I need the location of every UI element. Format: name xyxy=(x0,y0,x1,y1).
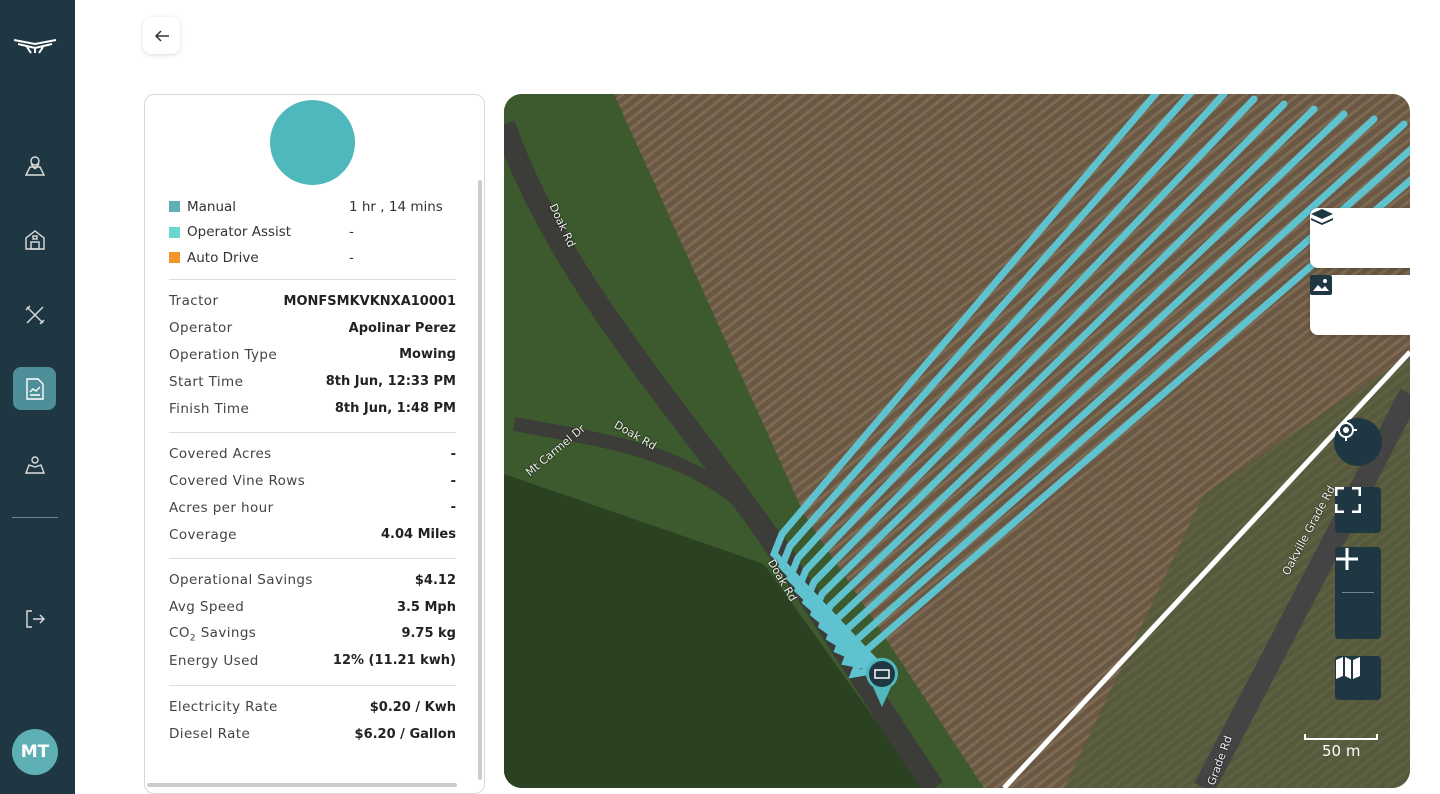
operation-summary-panel: Manual 1 hr , 14 mins Operator Assist - Auto… xyxy=(144,94,485,794)
map-view[interactable]: Doak Rd Mt Carmel Dr Doak Rd Doak Rd Oak… xyxy=(504,94,1410,788)
map-pin-icon xyxy=(24,155,45,176)
detail-value: 9.75 kg xyxy=(401,626,456,642)
detail-value: 8th Jun, 1:48 PM xyxy=(334,401,456,417)
legend-label: Auto Drive xyxy=(187,249,259,266)
detail-row: Energy Used 12% (11.21 kwh) xyxy=(169,647,456,674)
barn-icon xyxy=(24,229,45,250)
savings-section: Operational Savings $4.12 Avg Speed 3.5 Mph… xyxy=(169,558,456,674)
detail-value: $0.20 / Kwh xyxy=(369,699,456,715)
detail-value: MONFSMKVKNXA10001 xyxy=(283,293,456,309)
legend-swatch xyxy=(169,226,180,238)
detail-label: Start Time xyxy=(169,373,244,390)
detail-label: Operator xyxy=(169,320,233,337)
zoom-controls xyxy=(1335,547,1381,639)
detail-label: Diesel Rate xyxy=(169,726,251,743)
legend-item: Operator Assist - xyxy=(169,220,456,246)
detail-label: Electricity Rate xyxy=(169,699,278,716)
detail-label: Finish Time xyxy=(169,400,250,417)
detail-value: 12% (11.21 kwh) xyxy=(332,653,456,669)
detail-value: 4.04 Miles xyxy=(380,527,456,543)
map-style-button[interactable] xyxy=(1335,656,1381,700)
detail-label: Tractor xyxy=(169,293,219,310)
legend-value: 1 hr , 14 mins xyxy=(349,198,443,215)
detail-row: Diesel Rate $6.20 / Gallon xyxy=(169,721,456,748)
details-section: Tractor MONFSMKVKNXA10001 Operator Apolinar… xyxy=(169,279,456,422)
detail-row: Acres per hour - xyxy=(169,495,456,522)
detail-value: Apolinar Perez xyxy=(348,320,456,336)
detail-row: Covered Vine Rows - xyxy=(169,468,456,495)
detail-label: Operation Type xyxy=(169,346,278,363)
fullscreen-icon xyxy=(1335,487,1361,513)
scale-label: 50 m xyxy=(1322,742,1361,760)
sidebar-item-reports[interactable] xyxy=(13,367,56,410)
detail-label: Coverage xyxy=(169,526,237,543)
locate-button[interactable] xyxy=(1334,418,1382,466)
sidebar: MT xyxy=(0,0,75,794)
detail-value: 3.5 Mph xyxy=(396,599,456,615)
detail-label: CO2 Savings xyxy=(169,624,257,644)
detail-label: Avg Speed xyxy=(169,599,245,616)
report-icon xyxy=(25,377,44,400)
back-button[interactable] xyxy=(143,17,180,54)
detail-row: Operational Savings $4.12 xyxy=(169,567,456,594)
detail-label: Covered Acres xyxy=(169,446,272,463)
vertical-scrollbar[interactable] xyxy=(478,180,482,780)
detail-label: Energy Used xyxy=(169,652,259,669)
detail-value: - xyxy=(450,446,456,462)
detail-row: Electricity Rate $0.20 / Kwh xyxy=(169,694,456,721)
sidebar-item-maintenance[interactable] xyxy=(13,293,56,336)
detail-row: CO2 Savings 9.75 kg xyxy=(169,621,456,648)
legend-value: - xyxy=(349,249,354,266)
detail-value: - xyxy=(450,473,456,489)
scale-bar xyxy=(1304,734,1378,740)
coverage-section: Covered Acres - Covered Vine Rows - Acres pe… xyxy=(169,432,456,548)
detail-label: Operational Savings xyxy=(169,572,313,589)
detail-value: 8th Jun, 12:33 PM xyxy=(325,374,456,390)
legend-label: Operator Assist xyxy=(187,224,292,241)
logout-icon xyxy=(25,609,45,628)
logo xyxy=(13,36,57,58)
sidebar-item-field-map[interactable] xyxy=(13,143,56,186)
detail-row: Operator Apolinar Perez xyxy=(169,315,456,342)
detail-value: - xyxy=(450,500,456,516)
detail-row: Operation Type Mowing xyxy=(169,342,456,369)
detail-value: Mowing xyxy=(399,347,456,363)
detail-row: Finish Time 8th Jun, 1:48 PM xyxy=(169,395,456,422)
legend-item: Manual 1 hr , 14 mins xyxy=(169,194,456,220)
detail-row: Start Time 8th Jun, 12:33 PM xyxy=(169,368,456,395)
image-icon xyxy=(1310,275,1332,295)
detail-value: $6.20 / Gallon xyxy=(354,726,456,742)
detail-row: Avg Speed 3.5 Mph xyxy=(169,594,456,621)
detail-label: Acres per hour xyxy=(169,499,274,516)
legend-label: Manual xyxy=(187,198,237,215)
sidebar-item-farm[interactable] xyxy=(13,218,56,261)
detail-row: Covered Acres - xyxy=(169,441,456,468)
legend-value: - xyxy=(349,224,354,241)
detail-row: Coverage 4.04 Miles xyxy=(169,521,456,548)
mode-donut-chart xyxy=(270,100,355,185)
legend-item: Auto Drive - xyxy=(169,245,456,271)
detail-value: $4.12 xyxy=(414,572,456,588)
avatar[interactable]: MT xyxy=(12,729,58,775)
logout-button[interactable] xyxy=(13,597,56,640)
fullscreen-button[interactable] xyxy=(1335,487,1381,533)
detail-row: Tractor MONFSMKVKNXA10001 xyxy=(169,288,456,315)
horizontal-scrollbar[interactable] xyxy=(147,783,457,787)
map-location-icon xyxy=(24,455,45,474)
sidebar-item-locations[interactable] xyxy=(13,442,56,485)
tools-icon xyxy=(25,305,44,324)
minus-icon xyxy=(1336,557,1358,561)
crosshair-icon xyxy=(1335,419,1357,441)
legend-swatch xyxy=(169,201,180,213)
sidebar-divider xyxy=(12,517,58,518)
layers-icon xyxy=(1311,209,1333,225)
detail-label: Covered Vine Rows xyxy=(169,473,306,490)
layers-button[interactable] xyxy=(1310,208,1410,268)
satellite-image-button[interactable] xyxy=(1310,275,1410,335)
legend-swatch xyxy=(169,252,180,264)
arrow-left-icon xyxy=(154,29,169,42)
map-icon xyxy=(1336,657,1360,679)
rates-section: Electricity Rate $0.20 / Kwh Diesel Rate $6… xyxy=(169,685,456,748)
